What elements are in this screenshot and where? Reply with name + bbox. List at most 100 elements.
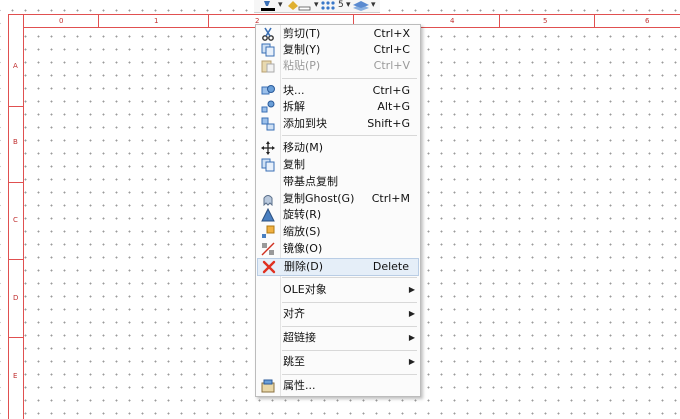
menu-item-copy-with-base[interactable]: 带基点复制 (257, 174, 419, 190)
delete-x-icon (260, 259, 278, 275)
ruler-tick (594, 15, 595, 27)
add-to-block-icon (259, 116, 277, 132)
ruler-tick (208, 15, 209, 27)
menu-item-block[interactable]: 块... Ctrl+G (257, 83, 419, 99)
context-menu: 剪切(T) Ctrl+X 复制(Y) Ctrl+C 粘贴(P) Ctrl+V 块… (255, 24, 421, 397)
menu-item-label: 复制Ghost(G) (283, 192, 355, 205)
properties-icon (259, 378, 277, 394)
menu-separator (282, 350, 417, 351)
menu-item-scale[interactable]: 缩放(S) (257, 224, 419, 240)
menu-item-copy[interactable]: 复制(Y) Ctrl+C (257, 42, 419, 58)
menu-item-label: 复制(Y) (283, 43, 321, 56)
menu-item-label: 属性... (283, 379, 316, 392)
ruler-label: A (13, 62, 18, 70)
menu-item-label: 剪切(T) (283, 27, 321, 40)
ruler-label: 5 (543, 17, 548, 25)
menu-separator (282, 78, 417, 79)
menu-item-label: 镜像(O) (283, 242, 323, 255)
line-width-value[interactable]: 5 (338, 0, 344, 11)
block-icon (259, 83, 277, 99)
menu-item-shortcut: Ctrl+C (373, 43, 410, 56)
fill-color-icon[interactable] (286, 0, 312, 11)
menu-item-mirror[interactable]: 镜像(O) (257, 241, 419, 257)
chevron-down-icon[interactable]: ▾ (371, 0, 376, 11)
menu-item-paste[interactable]: 粘贴(P) Ctrl+V (257, 58, 419, 74)
ruler-tick (499, 15, 500, 27)
menu-item-label: 旋转(R) (283, 208, 322, 221)
menu-item-shortcut: Alt+G (377, 100, 410, 113)
scale-icon (259, 224, 277, 240)
menu-item-move[interactable]: 移动(M) (257, 140, 419, 156)
menu-item-label: 缩放(S) (283, 225, 321, 238)
dot-grid-icon[interactable] (320, 0, 338, 11)
menu-item-label: 移动(M) (283, 141, 324, 154)
menu-item-label: 删除(D) (284, 260, 324, 273)
menu-separator (282, 135, 417, 136)
menu-item-hyperlink[interactable]: 超链接 ▶ (257, 328, 419, 348)
layer-icon[interactable] (352, 0, 370, 11)
menu-item-label: 对齐 (283, 307, 305, 320)
menu-separator (282, 326, 417, 327)
move-icon (259, 140, 277, 156)
ruler-label: D (13, 294, 19, 302)
chevron-down-icon[interactable]: ▾ (346, 0, 351, 11)
menu-item-shortcut: Ctrl+M (371, 192, 410, 205)
menu-item-label: 块... (283, 84, 305, 97)
mirror-icon (259, 241, 277, 257)
ruler-label: E (13, 372, 18, 380)
menu-item-align[interactable]: 对齐 ▶ (257, 304, 419, 324)
ruler-label: B (13, 138, 18, 146)
copy-icon (259, 157, 277, 173)
submenu-arrow-icon: ▶ (408, 309, 415, 318)
ruler-tick (98, 15, 99, 27)
menu-separator (282, 277, 417, 278)
ruler-tick (9, 259, 23, 260)
ruler-label: 6 (645, 17, 650, 25)
ruler-label: 4 (450, 17, 455, 25)
paste-icon (259, 58, 277, 74)
menu-item-add-to-block[interactable]: 添加到块 Shift+G (257, 116, 419, 132)
menu-item-label: 添加到块 (283, 117, 327, 130)
menu-item-label: 跳至 (283, 355, 305, 368)
chevron-down-icon[interactable]: ▾ (278, 0, 283, 11)
menu-separator (282, 302, 417, 303)
ruler-tick (9, 106, 23, 107)
explode-icon (259, 99, 277, 115)
chevron-down-icon[interactable]: ▾ (314, 0, 319, 11)
pen-color-icon[interactable] (258, 0, 278, 11)
menu-item-shortcut: Ctrl+V (373, 59, 410, 72)
mini-toolbar: ▾ ▾ 5 ▾ ▾ (254, 0, 380, 13)
submenu-arrow-icon: ▶ (408, 285, 415, 294)
menu-item-shortcut: Shift+G (367, 117, 410, 130)
copy-icon (259, 42, 277, 58)
menu-item-ole-object[interactable]: OLE对象 ▶ (257, 280, 419, 300)
menu-item-shortcut: Ctrl+X (373, 27, 410, 40)
ruler-label: C (13, 216, 18, 224)
ruler-label: 1 (154, 17, 159, 25)
ruler-tick (9, 337, 23, 338)
rotate-icon (259, 207, 277, 223)
menu-item-shortcut: Ctrl+G (372, 84, 410, 97)
menu-item-explode[interactable]: 拆解 Alt+G (257, 99, 419, 115)
submenu-arrow-icon: ▶ (408, 357, 415, 366)
menu-item-copy-ghost[interactable]: 复制Ghost(G) Ctrl+M (257, 191, 419, 207)
menu-item-label: 复制 (283, 158, 305, 171)
menu-item-delete[interactable]: 删除(D) Delete (257, 258, 419, 276)
menu-item-copy-object[interactable]: 复制 (257, 157, 419, 173)
menu-separator (282, 374, 417, 375)
menu-item-label: 带基点复制 (283, 175, 338, 188)
left-ruler: A B C D E (8, 26, 24, 419)
menu-item-label: 超链接 (283, 331, 316, 344)
menu-item-jump-to[interactable]: 跳至 ▶ (257, 352, 419, 372)
menu-item-rotate[interactable]: 旋转(R) (257, 207, 419, 223)
ruler-tick (9, 182, 23, 183)
menu-item-properties[interactable]: 属性... (257, 378, 419, 394)
menu-item-cut[interactable]: 剪切(T) Ctrl+X (257, 26, 419, 42)
menu-item-shortcut: Delete (372, 260, 409, 273)
scissors-icon (259, 26, 277, 42)
menu-item-label: 粘贴(P) (283, 59, 321, 72)
menu-item-label: OLE对象 (283, 283, 327, 296)
submenu-arrow-icon: ▶ (408, 333, 415, 342)
ghost-copy-icon (259, 191, 277, 207)
menu-item-label: 拆解 (283, 100, 305, 113)
